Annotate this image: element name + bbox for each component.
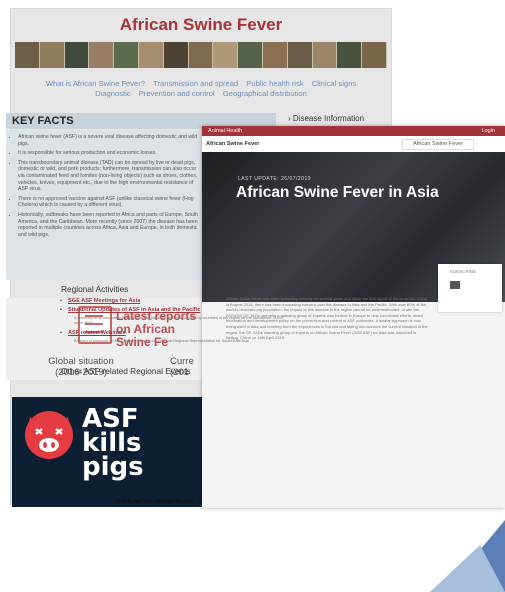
list-item-description: A summary of all immediate Notifications… xyxy=(74,316,284,325)
top-bar: Animal Health Login xyxy=(202,126,505,136)
key-facts-box: African swine fever (ASF) is a severe vi… xyxy=(6,130,202,280)
other-events-heading: Other ASF-related Regional Events xyxy=(61,366,191,376)
nav-link[interactable]: Diagnostic xyxy=(95,89,130,98)
topic-nav: What is African Swine Fever? Transmissio… xyxy=(21,79,381,99)
document-icon xyxy=(450,281,460,289)
key-fact: There is no approved vaccine against ASF… xyxy=(18,196,200,209)
site-title: African Swine Fever xyxy=(206,141,260,147)
nav-link[interactable]: Public health risk xyxy=(246,79,303,88)
site-header: African Swine Fever African Swine Fever xyxy=(202,136,505,152)
sidebar-link-disease-information[interactable]: › Disease Information xyxy=(288,114,364,123)
pig-icon xyxy=(25,411,73,459)
subscribe-card[interactable]: SUBSCRIBE xyxy=(438,264,502,312)
regional-activities-heading: Regional Activities xyxy=(61,284,129,294)
asf-kills-pigs-image[interactable]: ASF kills pigs xyxy=(12,397,202,507)
page-title: African Swine Fever xyxy=(119,15,283,34)
list-item[interactable]: ASF related Webinars xyxy=(60,330,292,336)
key-fact: It is responsible for serious production… xyxy=(18,150,200,157)
nav-link[interactable]: Transmission and spread xyxy=(153,79,238,88)
regional-activities-list: SGE ASF Meetings for Asia Situational Up… xyxy=(60,298,292,348)
list-item-description: A library of webinars on ASF related top… xyxy=(74,339,249,343)
hero-kicker: LAST UPDATE: 26/07/2019 xyxy=(238,176,312,182)
login-link[interactable]: Login xyxy=(482,126,495,136)
nav-link[interactable]: Clinical signs xyxy=(312,79,356,88)
key-fact: Historically, outbreaks have been report… xyxy=(18,212,200,238)
decorative-triangles xyxy=(430,520,505,592)
nav-link[interactable]: Prevention and control xyxy=(139,89,215,98)
nav-link[interactable]: Geographical distribution xyxy=(223,89,307,98)
key-fact: African swine fever (ASF) is a severe vi… xyxy=(18,134,200,147)
list-item[interactable]: Situational Updates of ASF in Asia and t… xyxy=(60,307,292,313)
list-item[interactable]: SGE ASF Meetings for Asia xyxy=(60,298,292,304)
asf-slogan: ASF kills pigs xyxy=(82,404,144,482)
asf-image-caption: Click on the image to acc xyxy=(116,498,195,505)
top-bar-left-text: Animal Health xyxy=(208,128,243,134)
banner-photo-strip xyxy=(15,42,387,68)
key-fact: This transboundary animal disease (TAD) … xyxy=(18,160,200,193)
hero-title: African Swine Fever in Asia xyxy=(236,184,439,201)
search-select[interactable]: African Swine Fever xyxy=(402,139,475,150)
nav-link[interactable]: What is African Swine Fever? xyxy=(46,79,145,88)
